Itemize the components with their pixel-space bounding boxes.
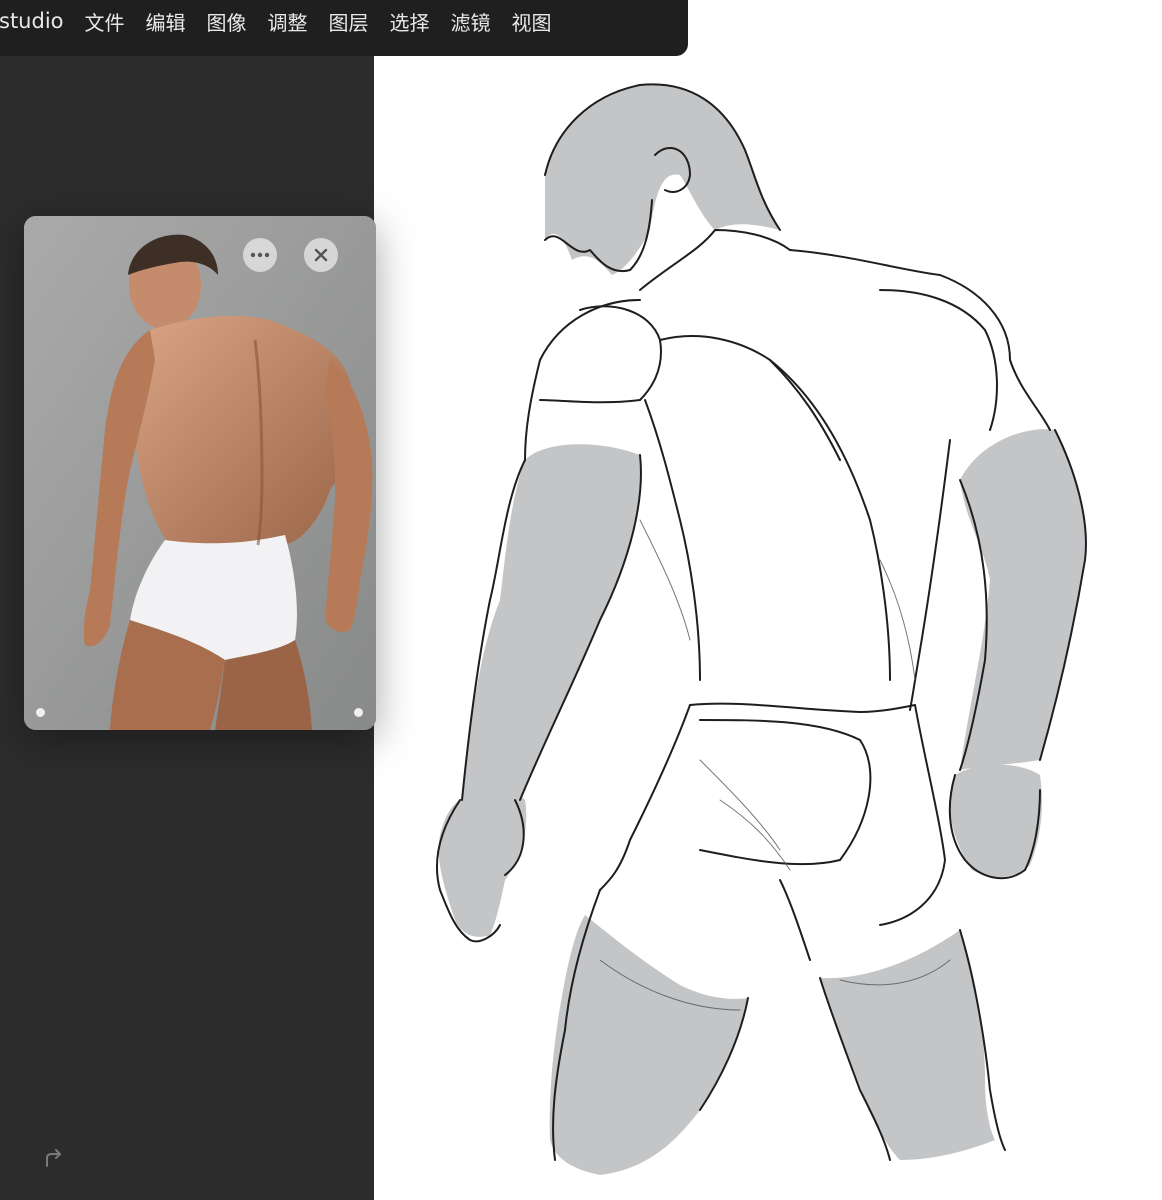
close-icon <box>314 248 328 262</box>
reference-image-window[interactable] <box>24 216 376 730</box>
sketch-neck <box>639 229 791 291</box>
sketch-lat-left <box>644 399 701 681</box>
sketch-right-shoulder <box>789 249 1051 431</box>
redo-button[interactable] <box>42 1146 66 1170</box>
app-window: studio 文件 编辑 图像 调整 图层 选择 滤镜 视图 <box>0 0 1162 1200</box>
redo-icon <box>46 1149 61 1167</box>
sketch-right-hand <box>949 764 1042 877</box>
sketch-hatch-1 <box>699 759 781 851</box>
more-horizontal-icon <box>250 252 270 258</box>
sketch-right-deltoid <box>879 289 998 431</box>
sketch-hatch-4 <box>879 559 916 681</box>
sketch-left-arm <box>462 444 641 800</box>
menu-filter[interactable]: 滤镜 <box>451 7 491 36</box>
drawing-canvas[interactable] <box>374 56 1162 1200</box>
menu-view[interactable]: 视图 <box>512 7 552 36</box>
reference-close-button[interactable] <box>304 238 338 272</box>
sketch-spine <box>769 359 891 681</box>
menu-edit[interactable]: 编辑 <box>146 7 186 36</box>
sketch-hatch-3 <box>639 519 691 641</box>
app-name[interactable]: studio <box>0 9 64 33</box>
menu-file[interactable]: 文件 <box>85 7 125 36</box>
sketch-crotch <box>779 879 811 961</box>
reference-more-button[interactable] <box>243 238 277 272</box>
reference-resize-handle-right[interactable] <box>354 708 363 717</box>
sketch-back-outline <box>524 299 641 461</box>
sketch-left-deltoid <box>539 305 662 404</box>
sketch-waistband <box>689 702 916 713</box>
sketch-right-arm <box>960 429 1086 770</box>
menu-image[interactable]: 图像 <box>207 7 247 36</box>
photo-back <box>130 315 352 548</box>
sketch-hair <box>545 84 780 276</box>
figure-sketch <box>436 83 1087 1175</box>
reference-resize-handle-left[interactable] <box>36 708 45 717</box>
menu-bar: studio 文件 编辑 图像 调整 图层 选择 滤镜 视图 <box>0 0 688 56</box>
sketch-shorts <box>599 704 946 926</box>
sketch-lat-right <box>909 439 951 711</box>
sketch-upper-back <box>659 335 841 461</box>
menu-select[interactable]: 选择 <box>390 7 430 36</box>
sketch-glute <box>699 719 872 866</box>
menu-layer[interactable]: 图层 <box>329 7 369 36</box>
menu-adjust[interactable]: 调整 <box>268 7 308 36</box>
reference-photo <box>24 216 376 730</box>
